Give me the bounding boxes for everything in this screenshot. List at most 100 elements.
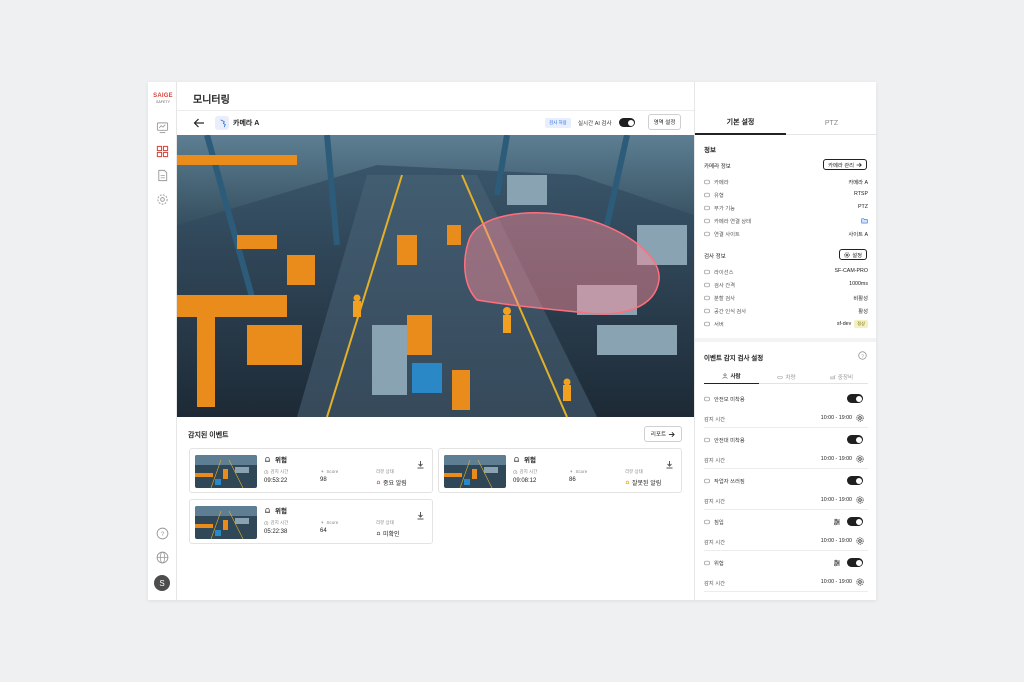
- status-badge: 정상: [854, 320, 868, 328]
- avatar[interactable]: S: [154, 575, 170, 591]
- event-category-tabs: 사람 차량 중장비: [704, 369, 868, 384]
- review-status-label: 리뷰 상태: [376, 520, 394, 525]
- download-icon[interactable]: [665, 456, 674, 469]
- event-card[interactable]: 위험 감지 시간 05:22:38 Score 64 리뷰 상태 미확인: [189, 499, 433, 544]
- event-thumbnail[interactable]: [195, 506, 257, 539]
- language-icon[interactable]: [155, 550, 169, 564]
- info-row: 부가 기능 PTZ: [704, 203, 868, 213]
- tab-basic-settings[interactable]: 기본 설정: [695, 111, 786, 135]
- dashboard-icon[interactable]: [155, 144, 169, 158]
- info-row-label: 라이선스: [714, 270, 734, 276]
- filter-icon[interactable]: [833, 559, 841, 567]
- info-row-label: 공간 인식 검사: [714, 309, 747, 315]
- help-icon[interactable]: ?: [155, 526, 169, 540]
- rule-toggle[interactable]: [847, 435, 863, 444]
- monitor-icon[interactable]: [155, 120, 169, 134]
- download-icon[interactable]: [416, 507, 425, 520]
- subtab-heavy-equipment-label: 중장비: [837, 374, 854, 381]
- event-rule: 위험 감지 시간 10:00 - 19:00: [704, 552, 868, 592]
- event-type: 위험: [264, 454, 287, 464]
- info-row: 연결 사이트 사이트 A: [704, 229, 868, 239]
- rule-time-value: 10:00 - 19:00: [820, 497, 852, 503]
- camera-manage-label: 카메라 관리: [828, 162, 854, 169]
- event-rule: 침입 감지 시간 10:00 - 19:00: [704, 511, 868, 551]
- info-row-label: 연결 사이트: [714, 232, 740, 238]
- report-icon[interactable]: [155, 168, 169, 182]
- detect-time-field: 감지 시간 09:08:12: [513, 469, 537, 484]
- gear-icon[interactable]: [856, 496, 864, 504]
- subtab-heavy-equipment[interactable]: 중장비: [814, 369, 869, 384]
- clock-icon: [264, 520, 269, 526]
- info-row-label: 서버: [714, 322, 724, 328]
- back-arrow-icon[interactable]: [192, 116, 206, 130]
- gear-icon: [844, 251, 850, 258]
- info-row: 서버 sf-dev 정상: [704, 319, 868, 329]
- event-card[interactable]: 위험 감지 시간 09:08:12 Score 86 리뷰 상태 잘못된 알림: [438, 448, 682, 493]
- info-row-label: 유형: [714, 193, 724, 199]
- settings-panel: 기본 설정 PTZ 정보 카메라 정보 카메라 관리 카메라 카메라 A 유형 RTS…: [694, 82, 876, 600]
- subtab-person[interactable]: 사람: [704, 369, 759, 384]
- info-row-value: 1000ms: [849, 281, 868, 287]
- download-icon[interactable]: [416, 456, 425, 469]
- info-row-value: PTZ: [857, 204, 868, 210]
- ai-inspection-toggle[interactable]: [619, 118, 635, 127]
- gear-icon[interactable]: [856, 578, 864, 586]
- factory-scene-image: [177, 135, 694, 417]
- logo-sub: SAFETY: [156, 100, 170, 104]
- detect-time-value: 05:22:38: [264, 529, 288, 535]
- review-status-value: 잘못된 알림: [632, 481, 662, 487]
- report-button[interactable]: 리포트: [644, 426, 682, 442]
- gear-icon[interactable]: [856, 455, 864, 463]
- event-type: 위험: [513, 454, 536, 464]
- rule-toggle[interactable]: [847, 558, 863, 567]
- info-row: 분할 검사 비활성: [704, 293, 868, 303]
- event-type: 위험: [264, 505, 287, 515]
- camera-manage-button[interactable]: 카메라 관리: [823, 159, 867, 170]
- gear-icon[interactable]: [856, 414, 864, 422]
- rule-name: 작업자 쓰러짐: [714, 479, 745, 485]
- logo-main: SAIGE: [153, 93, 173, 99]
- arrow-right-icon: [668, 431, 675, 437]
- bell-icon: [265, 507, 270, 513]
- rule-time-label: 감지 시간: [704, 417, 725, 423]
- bell-icon: [704, 560, 710, 566]
- score-value: 64: [320, 528, 327, 534]
- fullscreen-icon[interactable]: [673, 395, 687, 409]
- gear-icon[interactable]: [856, 537, 864, 545]
- info-row-label: 분할 검사: [714, 296, 735, 302]
- bell-icon: [514, 456, 519, 462]
- score-label: Score: [575, 469, 588, 474]
- inspection-settings-button[interactable]: 설정: [839, 249, 867, 260]
- camera-badge-icon: [215, 116, 229, 130]
- info-row-value: 사이트 A: [848, 232, 868, 238]
- svg-text:?: ?: [160, 530, 164, 537]
- filter-icon[interactable]: [833, 518, 841, 526]
- cone-icon: [704, 519, 710, 525]
- tab-ptz[interactable]: PTZ: [786, 111, 876, 135]
- info-row-value: 활성: [858, 309, 868, 315]
- area-settings-button[interactable]: 영역 설정: [648, 114, 681, 130]
- rule-toggle[interactable]: [847, 476, 863, 485]
- bell-icon: [265, 456, 270, 462]
- rule-time-value: 10:00 - 19:00: [820, 538, 852, 544]
- rule-time-value: 10:00 - 19:00: [820, 579, 852, 585]
- camera-feed[interactable]: [177, 135, 694, 417]
- subtab-vehicle[interactable]: 차량: [759, 369, 814, 384]
- info-row: 라이선스 SF-CAM-PRO: [704, 267, 868, 277]
- event-thumbnail[interactable]: [195, 455, 257, 488]
- status-icon: [376, 480, 381, 485]
- svg-text:?: ?: [861, 353, 864, 359]
- section-divider: [695, 338, 876, 342]
- event-thumbnail-image: [444, 455, 506, 488]
- score-label: Score: [326, 469, 339, 474]
- detect-time-field: 감지 시간 09:53:22: [264, 469, 288, 484]
- help-icon[interactable]: ?: [858, 351, 867, 360]
- rule-toggle[interactable]: [847, 394, 863, 403]
- review-status-value: 중요 알림: [383, 481, 407, 487]
- gear-icon[interactable]: [155, 192, 169, 206]
- rule-toggle[interactable]: [847, 517, 863, 526]
- score-label: Score: [326, 520, 339, 525]
- event-thumbnail[interactable]: [444, 455, 506, 488]
- info-row: 검사 간격 1000ms: [704, 280, 868, 290]
- event-card[interactable]: 위험 감지 시간 09:53:22 Score 98 리뷰 상태 중요 알림: [189, 448, 433, 493]
